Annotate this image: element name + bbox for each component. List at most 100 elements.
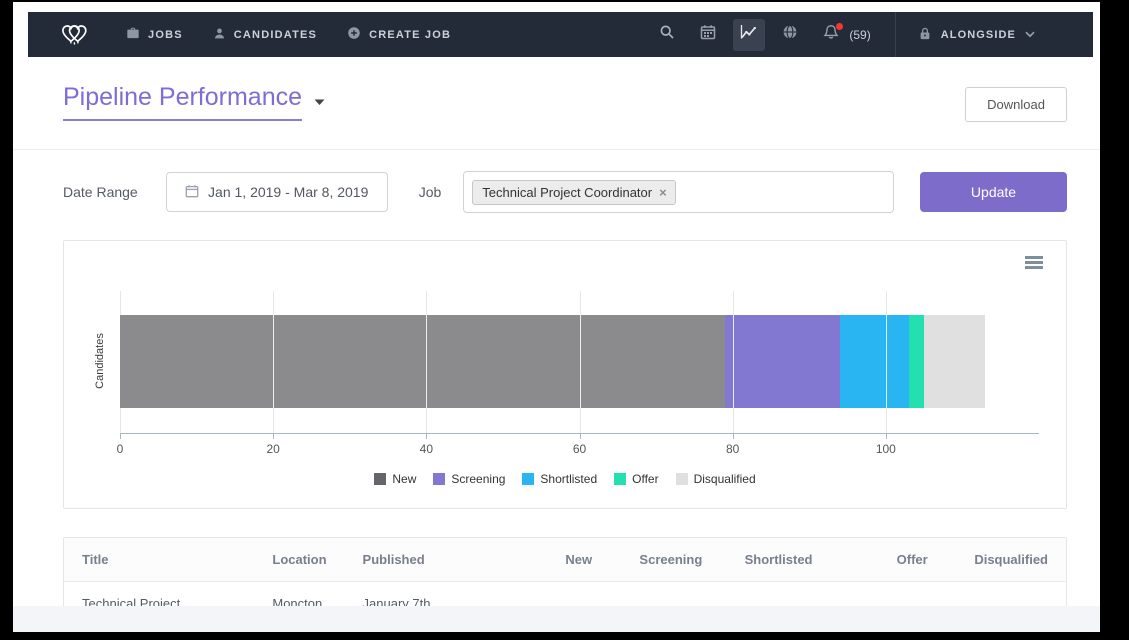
remove-tag-icon[interactable]: × <box>659 186 667 199</box>
update-button[interactable]: Update <box>920 172 1067 212</box>
legend-item-disqualified[interactable]: Disqualified <box>676 472 756 486</box>
legend-swatch <box>433 473 445 485</box>
search-button[interactable] <box>651 19 683 51</box>
legend-label: New <box>392 472 416 486</box>
nav-item-create-job[interactable]: CREATE JOB <box>347 26 451 43</box>
plot-area <box>120 291 1039 434</box>
table-header-row: TitleLocationPublishedNewScreeningShortl… <box>64 538 1066 582</box>
y-axis-label: Candidates <box>94 333 106 389</box>
nav-item-jobs[interactable]: JOBS <box>126 26 183 43</box>
legend-label: Shortlisted <box>540 472 597 486</box>
column-header-screening: Screening <box>610 538 720 582</box>
legend-label: Offer <box>632 472 658 486</box>
nav-item-label: CANDIDATES <box>234 29 317 41</box>
bar-segment-screening[interactable] <box>725 315 840 408</box>
chart-plot-wrapper: Candidates 020406080100 <box>120 291 1039 464</box>
x-tick-mark <box>120 433 121 439</box>
calendar-icon <box>700 24 716 45</box>
column-header-location: Location <box>254 538 344 582</box>
legend-item-shortlisted[interactable]: Shortlisted <box>522 472 597 486</box>
calendar-small-icon <box>185 184 199 201</box>
column-header-title: Title <box>64 538 254 582</box>
page-header: Pipeline Performance Download <box>13 57 1100 150</box>
x-tick-label: 20 <box>266 442 279 456</box>
legend-swatch <box>522 473 534 485</box>
account-label: ALONGSIDE <box>941 29 1016 41</box>
main-content: Candidates 020406080100 NewScreeningShor… <box>13 240 1100 632</box>
page-title: Pipeline Performance <box>63 83 302 121</box>
chart-card: Candidates 0 20 40 60 80 100 New Screening Shor… <box>63 240 1067 509</box>
legend-label: Disqualified <box>694 472 756 486</box>
date-range-input[interactable]: Jan 1, 2019 - Mar 8, 2019 <box>166 172 388 212</box>
column-header-disqualified: Disqualified <box>946 538 1066 582</box>
bar-segment-shortlisted[interactable] <box>840 315 909 408</box>
account-lock-icon <box>918 26 932 44</box>
job-tag-chip: Technical Project Coordinator × <box>472 180 675 205</box>
bar-gridline-overlay <box>733 315 734 408</box>
caret-down-icon <box>314 93 325 111</box>
download-button[interactable]: Download <box>965 87 1067 122</box>
x-tick-mark <box>733 433 734 439</box>
legend-item-offer[interactable]: Offer <box>614 472 658 486</box>
navbar-divider <box>895 12 896 57</box>
legend-swatch <box>614 473 626 485</box>
calendar-button[interactable] <box>692 19 724 51</box>
briefcase-icon <box>126 26 140 43</box>
nav-item-candidates[interactable]: CANDIDATES <box>213 27 317 43</box>
legend-item-screening[interactable]: Screening <box>433 472 505 486</box>
job-multiselect-input[interactable]: Technical Project Coordinator × <box>463 171 894 213</box>
globe-button[interactable] <box>774 19 806 51</box>
brand-logo[interactable] <box>28 17 126 52</box>
bar-gridline-overlay <box>426 315 427 408</box>
person-icon <box>213 27 226 43</box>
column-header-new: New <box>480 538 610 582</box>
x-tick-label: 40 <box>420 442 433 456</box>
legend-label: Screening <box>451 472 505 486</box>
filter-bar: Date Range Jan 1, 2019 - Mar 8, 2019 Job… <box>13 150 1100 213</box>
footer-strip <box>13 606 1100 632</box>
x-axis-ticks: 0 20 40 60 80 100 <box>120 442 1039 464</box>
bar-segment-new[interactable] <box>120 315 725 408</box>
notification-dot <box>836 23 843 30</box>
x-tick-label: 0 <box>117 442 124 456</box>
app-window: JOBS CANDIDATES CREATE JOB <box>13 2 1100 632</box>
bar-segment-disqualified[interactable] <box>924 315 985 408</box>
legend-item-new[interactable]: New <box>374 472 416 486</box>
x-tick-label: 80 <box>726 442 739 456</box>
x-tick-mark <box>886 433 887 439</box>
nav-item-label: JOBS <box>148 29 183 41</box>
legend-swatch <box>374 473 386 485</box>
job-label: Job <box>419 184 442 200</box>
column-header-shortlisted: Shortlisted <box>720 538 830 582</box>
navbar-right: (59) ALONGSIDE <box>642 12 1093 57</box>
line-chart-icon <box>740 24 758 45</box>
nav-item-label: CREATE JOB <box>369 29 451 41</box>
chevron-down-icon <box>1025 29 1035 41</box>
bar-gridline-overlay <box>273 315 274 408</box>
account-menu[interactable]: ALONGSIDE <box>918 26 1093 44</box>
globe-icon <box>782 24 798 45</box>
chart-menu-icon[interactable] <box>1025 256 1043 271</box>
column-header-published: Published <box>345 538 480 582</box>
job-tag-label: Technical Project Coordinator <box>482 185 652 200</box>
notification-count: (59) <box>849 28 870 42</box>
reports-button[interactable] <box>733 19 765 51</box>
x-tick-mark <box>273 433 274 439</box>
bar-segment-offer[interactable] <box>909 315 924 408</box>
x-tick-label: 60 <box>573 442 586 456</box>
bar-gridline-overlay <box>886 315 887 408</box>
report-selector[interactable]: Pipeline Performance <box>63 83 325 121</box>
main-menu: JOBS CANDIDATES CREATE JOB <box>126 26 451 43</box>
alongside-hearts-logo-icon <box>58 17 94 52</box>
date-range-label: Date Range <box>63 184 138 200</box>
x-tick-label: 100 <box>876 442 896 456</box>
date-range-value: Jan 1, 2019 - Mar 8, 2019 <box>208 184 368 200</box>
search-icon <box>659 24 675 45</box>
x-tick-mark <box>426 433 427 439</box>
column-header-offer: Offer <box>831 538 946 582</box>
top-navbar: JOBS CANDIDATES CREATE JOB <box>28 12 1093 57</box>
notifications-button[interactable] <box>815 19 847 51</box>
x-tick-mark <box>580 433 581 439</box>
bar-gridline-overlay <box>580 315 581 408</box>
plus-circle-icon <box>347 26 361 43</box>
